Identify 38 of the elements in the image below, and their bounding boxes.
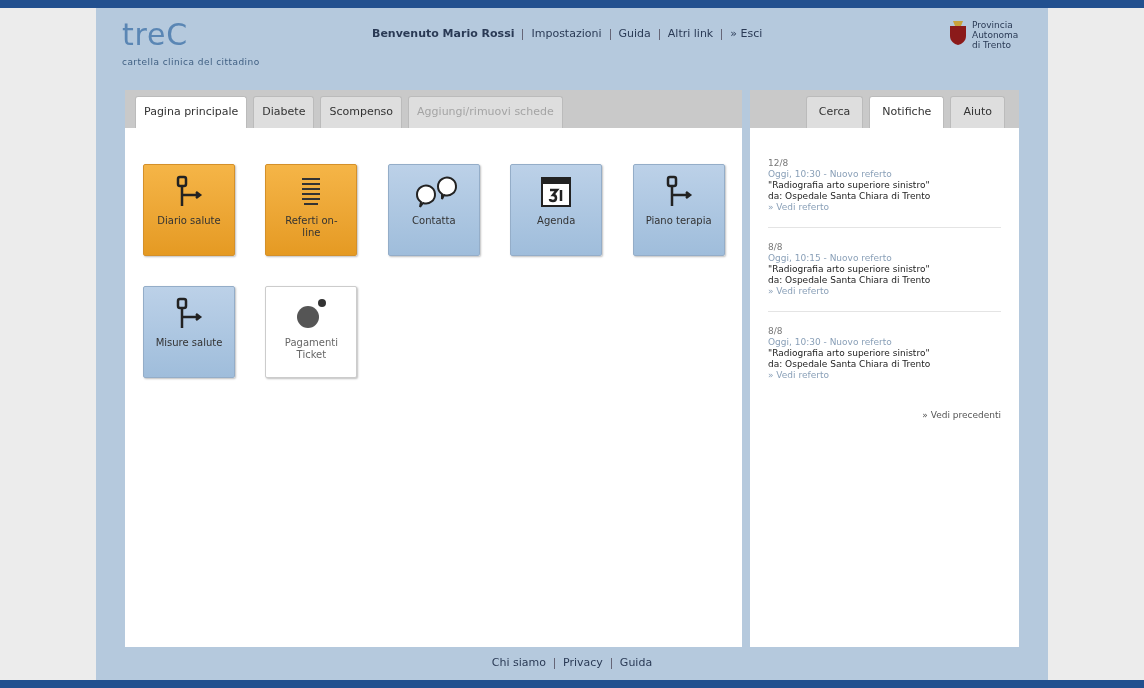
notification-date: 8/8 xyxy=(768,242,784,253)
header-link[interactable]: » Esci xyxy=(730,26,763,43)
app-tile[interactable]: Misure salute xyxy=(143,286,235,378)
tab[interactable]: Notifiche xyxy=(869,96,945,128)
coat-of-arms-icon xyxy=(948,20,968,46)
notification-title: "Radiografia arto superiore sinistro" xyxy=(768,348,931,359)
previous-link[interactable]: » Vedi precedenti xyxy=(922,409,1001,423)
app-tile[interactable]: Contatta xyxy=(387,164,480,256)
logo-subtitle: cartella clinica del cittadino xyxy=(122,56,261,69)
footer-link[interactable]: Guida xyxy=(619,655,653,672)
header-link[interactable]: Guida xyxy=(618,26,651,43)
header-link[interactable]: Altri link xyxy=(667,26,714,43)
app-tile[interactable]: Piano terapia xyxy=(632,164,725,256)
notification-date: 8/8 xyxy=(768,326,784,337)
notification-source: da: Ospedale Santa Chiara di Trento xyxy=(768,275,932,286)
notification-date: 12/8 xyxy=(768,158,790,169)
app-tile[interactable]: Agenda xyxy=(510,164,603,256)
notification-title: "Radiografia arto superiore sinistro" xyxy=(768,264,931,275)
footer-link[interactable]: Privacy xyxy=(563,655,603,672)
notification-title: "Radiografia arto superiore sinistro" xyxy=(768,180,931,191)
notification-meta: Oggi, 10:30 - Nuovo referto xyxy=(768,169,893,180)
header-link[interactable]: Impostazioni xyxy=(531,26,602,43)
tab[interactable]: Cerca xyxy=(805,96,864,128)
app-tile[interactable]: Diario salute xyxy=(143,164,235,256)
notification-meta: Oggi, 10:15 - Nuovo referto xyxy=(768,253,893,264)
province-name: Provincia Autonoma di Trento xyxy=(972,20,1020,50)
tab[interactable]: Pagina principale xyxy=(135,96,248,128)
footer-link[interactable]: Chi siamo xyxy=(491,655,547,672)
welcome-text: Benvenuto Mario Rossi xyxy=(372,26,515,42)
app-tile[interactable]: Referti on-line xyxy=(265,164,358,256)
notification-source: da: Ospedale Santa Chiara di Trento xyxy=(768,359,932,370)
tab[interactable]: Aiuto xyxy=(950,96,1005,128)
notification-meta: Oggi, 10:30 - Nuovo referto xyxy=(768,337,893,348)
notification-source: da: Ospedale Santa Chiara di Trento xyxy=(768,191,932,202)
tab[interactable]: Scompenso xyxy=(320,96,403,128)
calendar-icon xyxy=(539,175,574,209)
app-tile[interactable]: Pagamenti Ticket xyxy=(265,286,358,378)
tab[interactable]: Diabete xyxy=(253,96,315,128)
